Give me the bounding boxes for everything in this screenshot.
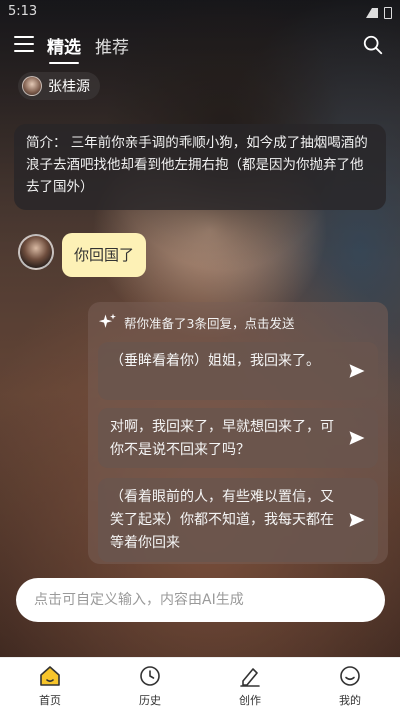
send-icon[interactable] [348,362,366,380]
background-photo: 5:13 精选 推荐 张桂源 简介： 三年前你亲手调的乖顺小狗，如今成了抽烟喝酒… [0,0,400,657]
intro-card: 简介： 三年前你亲手调的乖顺小狗，如今成了抽烟喝酒的浪子去酒吧找他却看到他左拥右… [14,124,386,210]
bottom-nav: 首页 历史 创作 我的 [0,657,400,711]
menu-icon[interactable] [14,36,34,54]
nav-create-label: 创作 [239,694,261,707]
clock-icon [140,666,160,686]
suggested-reply-2[interactable]: 对啊，我回来了，早就想回来了，可你不是说不回来了吗？ [98,408,378,468]
sparkle-icon [98,313,116,328]
intro-text: 三年前你亲手调的乖顺小狗，如今成了抽烟喝酒的浪子去酒吧找他却看到他左拥右抱（都是… [26,135,368,195]
top-nav: 精选 推荐 [0,30,400,64]
reply-text: （看着眼前的人，有些难以置信，又笑了起来）你都不知道，我每天都在等着你回来 [110,489,334,551]
character-name: 张桂源 [48,79,90,95]
intro-label: 简介： [26,135,67,151]
status-time: 5:13 [8,4,38,19]
character-avatar [22,76,42,96]
nav-home-label: 首页 [39,694,61,707]
signal-icon [366,8,378,18]
nav-mine-label: 我的 [339,694,361,707]
message-bubble: 你回国了 [62,233,147,277]
suggested-reply-3[interactable]: （看着眼前的人，有些难以置信，又笑了起来）你都不知道，我每天都在等着你回来 [98,478,378,562]
home-icon [40,666,60,686]
nav-create[interactable]: 创作 [220,664,280,708]
reply-text: （垂眸看着你）姐姐，我回来了。 [110,353,320,369]
message-avatar[interactable] [18,234,54,270]
status-bar: 5:13 [0,0,400,26]
suggestion-panel: 帮你准备了3条回复，点击发送 （垂眸看着你）姐姐，我回来了。 对啊，我回来了，早… [88,302,388,564]
nav-mine[interactable]: 我的 [320,664,380,708]
suggested-reply-1[interactable]: （垂眸看着你）姐姐，我回来了。 [98,342,378,400]
tab-featured[interactable]: 精选 [47,33,81,64]
battery-icon [384,7,392,19]
character-chip[interactable]: 张桂源 [18,72,100,100]
tab-recommend[interactable]: 推荐 [95,33,129,58]
nav-home[interactable]: 首页 [20,664,80,708]
custom-input[interactable] [16,578,385,622]
send-icon[interactable] [348,429,366,447]
smile-icon [340,666,360,686]
nav-history-label: 历史 [139,694,161,707]
reply-text: 对啊，我回来了，早就想回来了，可你不是说不回来了吗？ [110,419,334,458]
suggestion-header-text: 帮你准备了3条回复，点击发送 [124,315,295,331]
search-icon[interactable] [362,34,384,56]
send-icon[interactable] [348,511,366,529]
nav-history[interactable]: 历史 [120,664,180,708]
pen-icon [240,668,260,687]
status-icons [366,7,392,19]
suggestion-header: 帮你准备了3条回复，点击发送 [98,312,294,332]
